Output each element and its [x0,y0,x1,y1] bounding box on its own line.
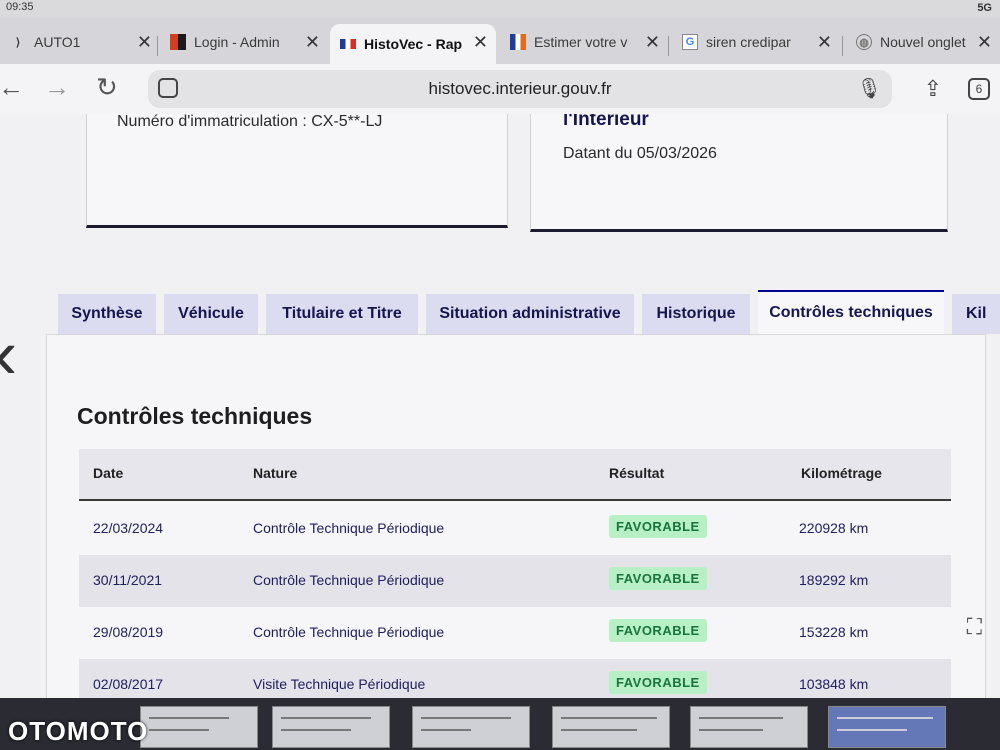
status-time: 09:35 [6,1,34,13]
browser-toolbar: ← → ↻ histovec.interieur.gouv.fr 🎙 ⇪ 6 [0,64,1000,114]
page-thumbnail[interactable] [272,706,390,748]
url-text[interactable]: histovec.interieur.gouv.fr [148,79,892,99]
browser-tab-title: AUTO1 [34,34,81,50]
section-title: Contrôles techniques [77,403,313,429]
cell-date: 29/08/2019 [93,624,164,640]
share-icon[interactable]: ⇪ [924,76,942,102]
table-row: 30/11/2021 Contrôle Technique Périodique… [79,555,951,607]
browser-tab-title: Nouvel onglet [880,34,966,50]
browser-tab-auto1[interactable]: ⟩ AUTO1 ✕ [0,24,160,60]
admin-icon [170,34,186,50]
page-thumbnail[interactable] [412,706,530,748]
france-flag-icon [340,39,356,49]
page-thumbnail[interactable] [690,706,808,748]
signal-indicator: 5G [977,2,992,14]
tab-situation-administrative[interactable]: Situation administrative [426,294,634,334]
forward-icon[interactable]: → [44,72,70,103]
registration-number: Numéro d'immatriculation : CX-5**-LJ [117,114,383,130]
browser-tab-title: siren credipar [706,34,791,50]
close-icon[interactable]: ✕ [817,32,832,53]
cell-kilometrage: 103848 km [799,676,869,692]
ministry-card: l'Intérieur Datant du 05/03/2026 [530,114,948,232]
browser-tab-histovec[interactable]: HistoVec - Rap ✕ [330,24,496,64]
chevron-left-icon[interactable]: ‹ [0,314,17,394]
page-content: Numéro d'immatriculation : CX-5**-LJ l'I… [0,114,1000,698]
close-icon[interactable]: ✕ [473,32,488,53]
status-badge: FAVORABLE [609,515,707,538]
page-thumbnail[interactable] [828,706,946,748]
column-header-date: Date [93,465,124,481]
close-icon[interactable]: ✕ [305,32,320,53]
cell-nature: Contrôle Technique Périodique [253,520,445,536]
page-thumbnail[interactable] [552,706,670,748]
close-icon[interactable]: ✕ [137,32,152,53]
close-icon[interactable]: ✕ [645,32,660,53]
close-icon[interactable]: ✕ [977,32,992,53]
microphone-icon[interactable]: 🎙 [857,76,882,101]
table-row: 22/03/2024 Contrôle Technique Périodique… [79,503,951,555]
tab-controles-techniques[interactable]: Contrôles techniques [758,290,944,334]
cell-date: 30/11/2021 [93,572,163,588]
cell-nature: Contrôle Technique Périodique [253,624,445,640]
tab-count-button[interactable]: 6 [968,78,990,100]
cell-nature: Visite Technique Périodique [253,676,426,692]
otomoto-watermark: OTOMOTO [8,716,149,746]
ministry-heading: l'Intérieur [563,114,649,130]
tab-kilometrage[interactable]: Kil [952,294,1000,334]
browser-tab-strip: ⟩ AUTO1 ✕ Login - Admin ✕ HistoVec - Rap… [0,18,1000,64]
report-date: Datant du 05/03/2026 [563,145,717,162]
page-tabs: Synthèse Véhicule Titulaire et Titre Sit… [58,290,1000,334]
status-badge: FAVORABLE [609,671,707,694]
globe-icon: ◍ [856,34,872,50]
auto1-icon: ⟩ [15,36,21,49]
cell-kilometrage: 153228 km [799,624,869,640]
table-row: 29/08/2019 Contrôle Technique Périodique… [79,607,951,659]
browser-tab-new[interactable]: ◍ Nouvel onglet ✕ [846,24,1000,60]
back-icon[interactable]: ← [0,72,24,103]
tab-separator [842,36,843,56]
tab-historique[interactable]: Historique [642,294,750,334]
cell-date: 02/08/2017 [93,676,164,692]
status-bar: 09:35 5G [0,0,1000,18]
tab-titulaire[interactable]: Titulaire et Titre [266,294,418,334]
tab-vehicule[interactable]: Véhicule [164,294,258,334]
column-header-resultat: Résultat [609,465,665,481]
cell-date: 22/03/2024 [93,520,164,536]
page-thumbnail[interactable] [140,706,258,748]
reload-icon[interactable]: ↻ [96,72,118,103]
browser-tab-estimer[interactable]: Estimer votre v ✕ [500,24,668,60]
browser-tab-title: HistoVec - Rap [364,36,463,52]
address-bar[interactable]: histovec.interieur.gouv.fr 🎙 [148,70,892,108]
registration-card: Numéro d'immatriculation : CX-5**-LJ [86,114,508,228]
cell-kilometrage: 220928 km [799,520,869,536]
table-row: 02/08/2017 Visite Technique Périodique F… [79,659,951,698]
table-header: Date Nature Résultat Kilométrage [79,449,951,501]
browser-tab-admin[interactable]: Login - Admin ✕ [160,24,328,60]
thumbnail-dock [0,698,1000,750]
fullscreen-icon[interactable]: ⛶ [967,614,982,640]
browser-tab-title: Estimer votre v [534,34,628,50]
status-badge: FAVORABLE [609,567,707,590]
browser-tab-title: Login - Admin [194,34,280,50]
tab-synthese[interactable]: Synthèse [58,294,156,334]
google-icon: G [682,34,698,50]
france-flag-icon [510,34,526,50]
column-header-nature: Nature [253,465,298,481]
column-header-kilometrage: Kilométrage [801,465,882,481]
status-badge: FAVORABLE [609,619,707,642]
tab-separator [668,36,669,56]
tab-separator [157,36,158,56]
browser-tab-siren[interactable]: G siren credipar ✕ [672,24,840,60]
cell-nature: Contrôle Technique Périodique [253,572,445,588]
controles-panel: Contrôles techniques Date Nature Résulta… [46,334,986,698]
cell-kilometrage: 189292 km [799,572,869,588]
